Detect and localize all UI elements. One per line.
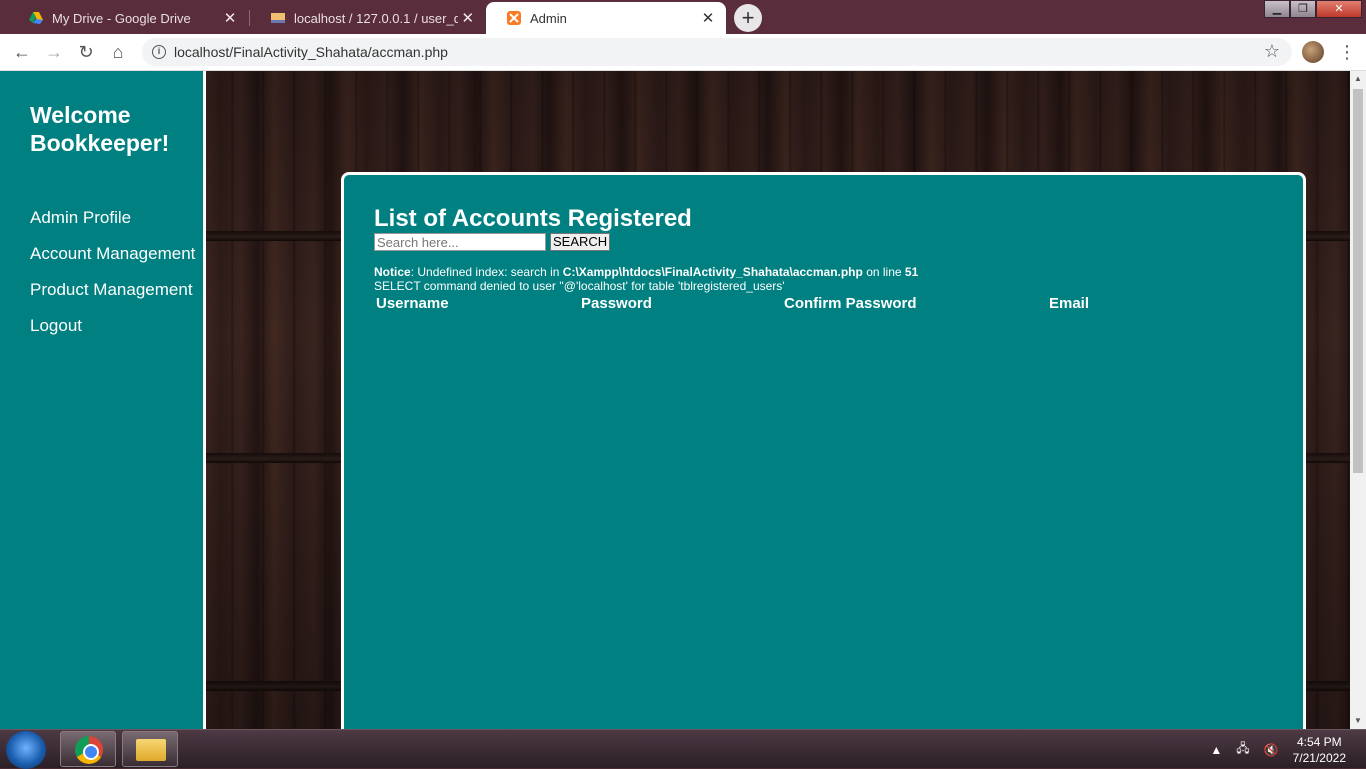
notice-label: Notice	[374, 265, 411, 279]
page-viewport: Welcome Bookkeeper! Admin Profile Accoun…	[0, 71, 1350, 729]
system-tray: ▲ 🖧 🔇 4:54 PM 7/21/2022	[1210, 730, 1346, 769]
tab-title: localhost / 127.0.0.1 / user_db / a	[294, 10, 458, 26]
page-title: List of Accounts Registered	[374, 205, 692, 232]
search-button[interactable]: SEARCH	[550, 233, 611, 251]
profile-avatar[interactable]	[1302, 41, 1324, 63]
folder-icon	[136, 739, 166, 761]
close-window-icon[interactable]: ✕	[1316, 0, 1362, 18]
notice-path: C:\Xampp\htdocs\FinalActivity_Shahata\ac…	[562, 265, 863, 279]
clock[interactable]: 4:54 PM 7/21/2022	[1293, 734, 1346, 766]
column-header-username: Username	[376, 295, 449, 312]
forward-arrow-icon[interactable]: →	[42, 40, 66, 64]
sidebar-nav: Admin Profile Account Management Product…	[30, 209, 200, 353]
vertical-scrollbar[interactable]: ▲ ▼	[1350, 71, 1366, 729]
sidebar-item-admin-profile[interactable]: Admin Profile	[30, 209, 200, 227]
sql-error-text: SELECT command denied to user ''@'localh…	[374, 279, 785, 293]
sidebar: Welcome Bookkeeper! Admin Profile Accoun…	[0, 71, 206, 729]
taskbar-chrome-button[interactable]	[60, 731, 116, 767]
back-arrow-icon[interactable]: ←	[10, 40, 34, 64]
notice-text: : Undefined index: search in	[410, 265, 563, 279]
scroll-down-arrow-icon[interactable]: ▼	[1350, 713, 1366, 729]
column-header-email: Email	[1049, 295, 1090, 312]
notice-line-number: 51	[904, 265, 919, 279]
scroll-up-arrow-icon[interactable]: ▲	[1350, 71, 1366, 87]
clock-date: 7/21/2022	[1292, 750, 1346, 765]
notice-line-text: on line	[862, 265, 905, 279]
new-tab-button[interactable]: +	[734, 4, 762, 32]
taskbar: ▲ 🖧 🔇 4:54 PM 7/21/2022	[0, 729, 1366, 769]
clock-time: 4:54 PM	[1296, 734, 1342, 749]
search-form: SEARCH	[374, 233, 611, 251]
tab-title: My Drive - Google Drive	[52, 10, 191, 26]
bookmark-star-icon[interactable]: ☆	[1264, 41, 1280, 62]
window-controls: ▁ ❐ ✕	[1264, 0, 1362, 18]
welcome-title: Welcome Bookkeeper!	[30, 102, 170, 156]
start-button[interactable]	[6, 731, 46, 769]
address-bar-row: ← → ↻ ⌂ i localhost/FinalActivity_Shahat…	[0, 34, 1366, 71]
close-tab-icon[interactable]: ✕	[458, 9, 478, 27]
accounts-panel: List of Accounts Registered SEARCH Notic…	[341, 172, 1306, 729]
tab-google-drive[interactable]: My Drive - Google Drive ✕	[8, 2, 248, 34]
sidebar-item-product-management[interactable]: Product Management	[30, 281, 200, 299]
tab-admin[interactable]: Admin ✕	[486, 2, 726, 34]
scroll-thumb[interactable]	[1353, 89, 1363, 473]
search-input[interactable]	[374, 233, 546, 251]
close-tab-icon[interactable]: ✕	[218, 9, 242, 27]
url-field[interactable]: i localhost/FinalActivity_Shahata/accman…	[142, 38, 1292, 66]
sidebar-item-logout[interactable]: Logout	[30, 317, 200, 335]
show-hidden-icons-icon[interactable]: ▲	[1210, 743, 1222, 757]
tab-phpmyadmin[interactable]: localhost / 127.0.0.1 / user_db / a ✕	[250, 2, 484, 34]
xampp-icon	[507, 11, 521, 25]
sidebar-item-account-management[interactable]: Account Management	[30, 245, 200, 263]
reload-icon[interactable]: ↻	[74, 40, 98, 64]
browser-tab-bar: My Drive - Google Drive ✕ localhost / 12…	[0, 0, 1366, 34]
maximize-icon[interactable]: ❐	[1290, 0, 1316, 18]
column-header-confirm-password: Confirm Password	[784, 295, 917, 312]
home-icon[interactable]: ⌂	[106, 40, 130, 64]
close-tab-icon[interactable]: ✕	[696, 9, 720, 27]
menu-dots-icon[interactable]: ⋮	[1338, 40, 1356, 64]
network-icon[interactable]: 🖧	[1236, 739, 1249, 760]
tab-title: Admin	[530, 10, 567, 26]
taskbar-explorer-button[interactable]	[122, 731, 178, 767]
volume-muted-icon[interactable]: 🔇	[1264, 743, 1279, 757]
url-text: localhost/FinalActivity_Shahata/accman.p…	[174, 44, 448, 60]
chrome-icon	[75, 736, 103, 764]
phpmyadmin-icon	[271, 13, 285, 23]
minimize-icon[interactable]: ▁	[1264, 0, 1290, 18]
info-icon[interactable]: i	[152, 45, 166, 59]
php-notice: Notice: Undefined index: search in C:\Xa…	[374, 265, 918, 293]
column-header-password: Password	[581, 295, 652, 312]
google-drive-icon	[29, 12, 43, 24]
